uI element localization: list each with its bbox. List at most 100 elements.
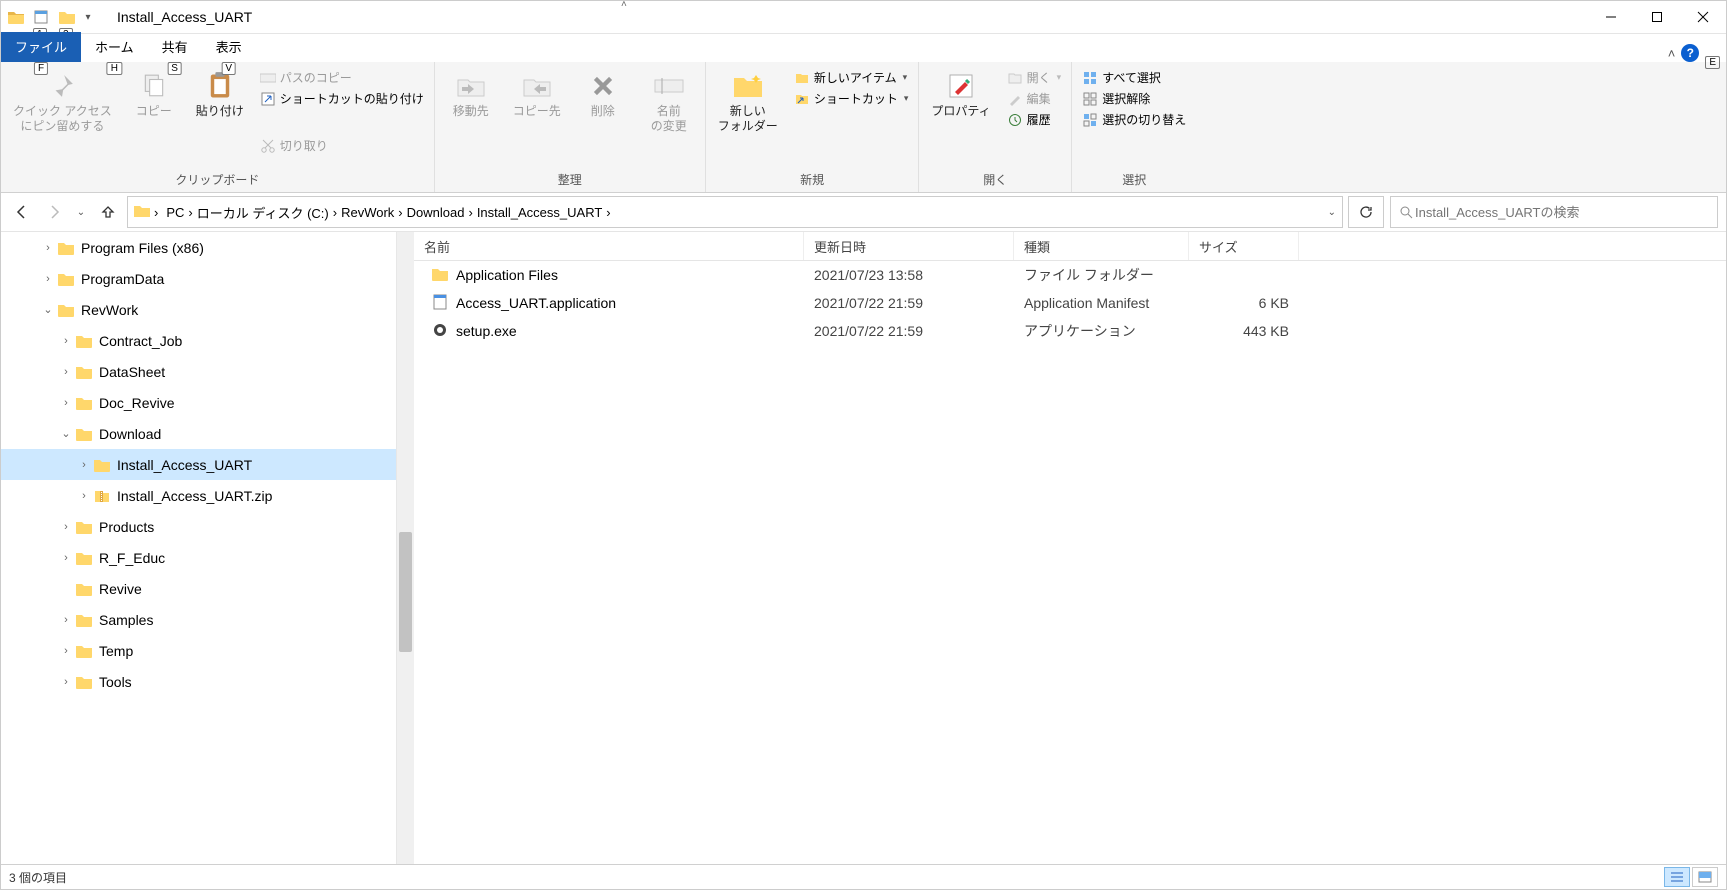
expand-toggle[interactable]: ›: [57, 397, 75, 409]
copy-to-button[interactable]: コピー先: [507, 66, 567, 123]
breadcrumb-item[interactable]: ローカル ディスク (C:): [193, 201, 333, 224]
delete-button[interactable]: 削除: [573, 66, 633, 123]
tree-item[interactable]: ›DataSheet: [1, 356, 396, 387]
up-button[interactable]: [95, 199, 121, 225]
tree-item[interactable]: ›Install_Access_UART.zip: [1, 480, 396, 511]
expand-toggle[interactable]: ›: [57, 335, 75, 347]
file-type: Application Manifest: [1014, 295, 1189, 311]
qat-newfolder-button[interactable]: 2: [55, 5, 79, 29]
pin-to-quick-access-button[interactable]: クイック アクセスにピン留めする: [7, 66, 118, 138]
qat-customize-dropdown[interactable]: ▾: [81, 5, 95, 29]
address-bar-row: ⌄ › PC›ローカル ディスク (C:)›RevWork›Download›I…: [1, 193, 1726, 232]
properties-button[interactable]: プロパティ: [925, 66, 996, 123]
scrollbar-thumb[interactable]: [399, 532, 412, 652]
breadcrumb-item[interactable]: Download: [403, 203, 469, 222]
tree-item-label: Tools: [99, 674, 132, 690]
tree-item[interactable]: ›ProgramData: [1, 263, 396, 294]
back-button[interactable]: [9, 199, 35, 225]
tree-item[interactable]: ⌄RevWork: [1, 294, 396, 325]
ribbon-collapse-button[interactable]: ˄: [1668, 46, 1676, 61]
minimize-button[interactable]: [1588, 1, 1634, 33]
tree-item[interactable]: › Tools: [1, 666, 396, 697]
nav-scrollbar[interactable]: [396, 232, 414, 864]
expand-toggle[interactable]: ⌄: [57, 427, 75, 440]
cut-button[interactable]: 切り取り: [256, 136, 428, 155]
chevron-right-icon[interactable]: ›: [154, 205, 158, 220]
forward-button[interactable]: [41, 199, 67, 225]
recent-locations-button[interactable]: ⌄: [73, 199, 89, 225]
refresh-button[interactable]: [1348, 196, 1384, 228]
paste-button[interactable]: 貼り付け: [190, 66, 250, 123]
expand-toggle[interactable]: ›: [57, 521, 75, 533]
tree-item[interactable]: ›Samples: [1, 604, 396, 635]
tree-item[interactable]: ›Doc_Revive: [1, 387, 396, 418]
search-box[interactable]: [1390, 196, 1718, 228]
expand-toggle[interactable]: ›: [39, 273, 57, 285]
expand-toggle[interactable]: ›: [57, 366, 75, 378]
file-list[interactable]: Application Files2021/07/23 13:58ファイル フォ…: [414, 261, 1726, 864]
help-icon[interactable]: ?: [1681, 44, 1699, 62]
paste-shortcut-button[interactable]: ショートカットの貼り付け: [256, 89, 428, 108]
address-dropdown-button[interactable]: ⌄: [1328, 207, 1336, 218]
select-none-icon: [1082, 91, 1098, 107]
details-view-button[interactable]: [1664, 867, 1690, 887]
file-row[interactable]: Application Files2021/07/23 13:58ファイル フォ…: [414, 261, 1726, 289]
search-input[interactable]: [1413, 204, 1709, 221]
delete-icon: [587, 70, 619, 102]
tree-item[interactable]: ›Program Files (x86): [1, 232, 396, 263]
history-button[interactable]: 履歴: [1003, 110, 1066, 129]
address-bar[interactable]: › PC›ローカル ディスク (C:)›RevWork›Download›Ins…: [127, 196, 1343, 228]
column-header-type[interactable]: 種類: [1014, 232, 1189, 260]
expand-toggle[interactable]: ⌄: [39, 303, 57, 316]
folder-icon: [75, 394, 93, 412]
select-none-button[interactable]: 選択解除: [1078, 89, 1190, 108]
new-item-button[interactable]: 新しいアイテム▾: [790, 68, 913, 87]
tree-item[interactable]: ›Contract_Job: [1, 325, 396, 356]
edit-button[interactable]: 編集: [1003, 89, 1066, 108]
breadcrumb-item[interactable]: Install_Access_UART: [473, 203, 606, 222]
tree-item[interactable]: ⌄Download: [1, 418, 396, 449]
rename-button[interactable]: 名前の変更: [639, 66, 699, 138]
new-folder-button[interactable]: 新しいフォルダー: [712, 66, 784, 138]
expand-toggle[interactable]: ›: [57, 552, 75, 564]
shortcut-icon: [794, 91, 810, 107]
new-shortcut-button[interactable]: ショートカット▾: [790, 89, 913, 108]
tree[interactable]: ›Program Files (x86)›ProgramData⌄RevWork…: [1, 232, 396, 864]
maximize-button[interactable]: [1634, 1, 1680, 33]
tab-file[interactable]: ファイル F: [1, 32, 81, 62]
chevron-right-icon[interactable]: ›: [606, 205, 610, 220]
close-button[interactable]: [1680, 1, 1726, 33]
tab-share[interactable]: 共有 S: [148, 31, 202, 62]
tree-item[interactable]: Revive: [1, 573, 396, 604]
expand-toggle[interactable]: ›: [39, 242, 57, 254]
tree-item[interactable]: ›R_F_Educ: [1, 542, 396, 573]
invert-selection-button[interactable]: 選択の切り替え: [1078, 110, 1190, 129]
move-to-button[interactable]: 移動先: [441, 66, 501, 123]
column-header-name[interactable]: 名前˄: [414, 232, 804, 260]
column-header-date[interactable]: 更新日時: [804, 232, 1014, 260]
large-icons-view-button[interactable]: [1692, 867, 1718, 887]
qat-properties-button[interactable]: 1: [29, 5, 53, 29]
breadcrumb-item[interactable]: PC: [162, 203, 188, 222]
expand-toggle[interactable]: ›: [57, 645, 75, 657]
copy-path-button[interactable]: パスのコピー: [256, 68, 428, 87]
column-header-size[interactable]: サイズ: [1189, 232, 1299, 260]
file-row[interactable]: setup.exe2021/07/22 21:59アプリケーション443 KB: [414, 317, 1726, 345]
tab-view[interactable]: 表示 V: [202, 31, 256, 62]
select-all-button[interactable]: すべて選択: [1078, 68, 1190, 87]
tree-item[interactable]: ›Install_Access_UART: [1, 449, 396, 480]
file-date: 2021/07/22 21:59: [804, 295, 1014, 311]
expand-toggle[interactable]: ›: [75, 490, 93, 502]
expand-toggle[interactable]: ›: [75, 459, 93, 471]
breadcrumb-item[interactable]: RevWork: [337, 203, 398, 222]
file-size: 6 KB: [1189, 295, 1299, 311]
tab-home[interactable]: ホーム H: [81, 31, 148, 62]
tree-item[interactable]: ›Temp: [1, 635, 396, 666]
ribbon-group-clipboard: クイック アクセスにピン留めする コピー 貼り付け パスのコピー: [1, 62, 435, 192]
open-button[interactable]: 開く▾: [1003, 68, 1066, 87]
folder-icon: [75, 518, 93, 536]
file-row[interactable]: Access_UART.application2021/07/22 21:59A…: [414, 289, 1726, 317]
expand-toggle[interactable]: ›: [57, 614, 75, 626]
tree-item[interactable]: ›Products: [1, 511, 396, 542]
expand-toggle[interactable]: ›: [57, 676, 75, 688]
